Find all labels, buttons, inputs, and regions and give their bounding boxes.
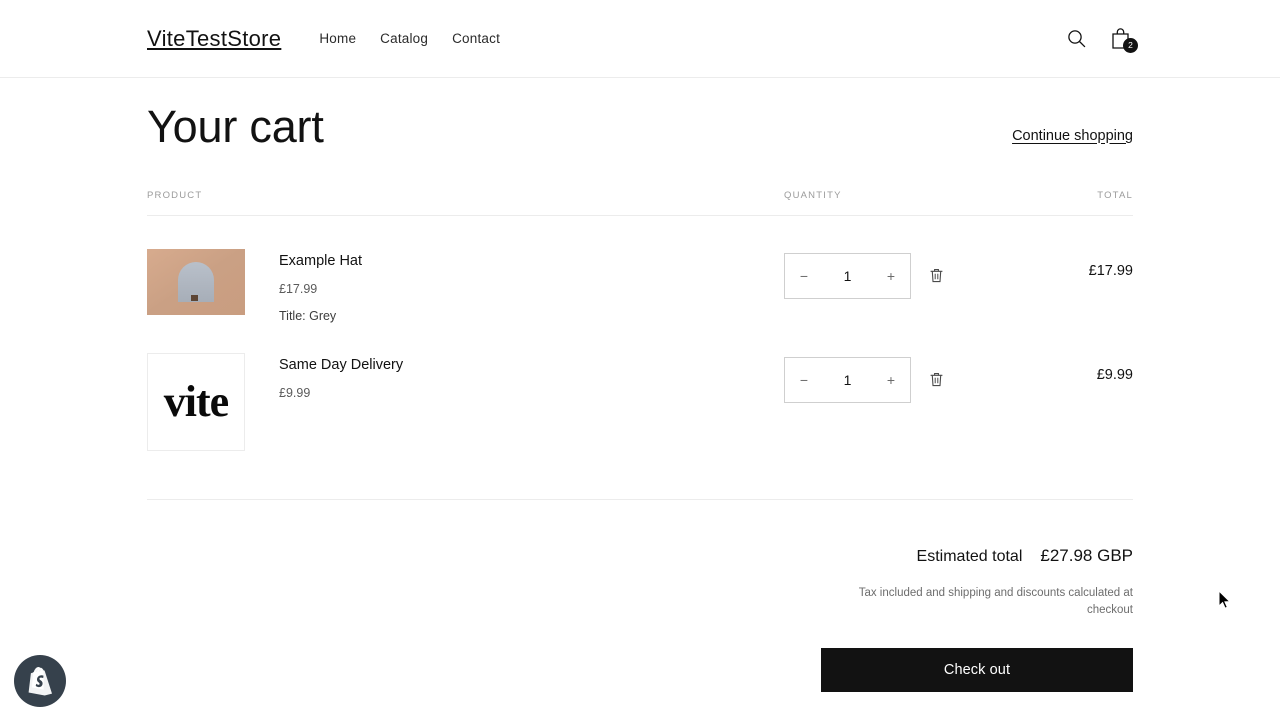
nav-item-catalog[interactable]: Catalog — [380, 31, 428, 46]
cart-table-header: PRODUCT QUANTITY TOTAL — [147, 190, 1133, 216]
quantity-increase-button[interactable]: + — [872, 254, 910, 298]
column-header-total: TOTAL — [1097, 189, 1133, 201]
main-navigation: Home Catalog Contact — [319, 31, 500, 46]
cart-summary: Estimated total £27.98 GBP Tax included … — [147, 500, 1133, 693]
vite-logo-text: vite — [163, 376, 229, 426]
continue-shopping-link[interactable]: Continue shopping — [1012, 128, 1133, 152]
quantity-input[interactable] — [823, 267, 872, 284]
site-header: ViteTestStore Home Catalog Contact 2 — [0, 0, 1280, 78]
line-item-details: Example Hat £17.99 Title: Grey — [279, 249, 362, 326]
remove-item-button[interactable] — [927, 369, 946, 390]
cart-page: Your cart Continue shopping PRODUCT QUAN… — [0, 78, 1280, 693]
cart-line-item: vite Same Day Delivery £9.99 − + — [147, 328, 1133, 451]
line-item-quantity: − + — [784, 353, 1030, 403]
checkout-button-wrapper: Check out — [147, 648, 1133, 693]
checkout-button[interactable]: Check out — [821, 648, 1133, 693]
line-item-title[interactable]: Same Day Delivery — [279, 355, 403, 377]
nav-item-contact[interactable]: Contact — [452, 31, 500, 46]
estimated-total-value: £27.98 GBP — [1040, 545, 1133, 565]
line-item-price: £17.99 — [279, 282, 318, 297]
quantity-decrease-button[interactable]: − — [785, 254, 823, 298]
product-thumbnail-hat[interactable] — [147, 248, 245, 315]
line-item-title[interactable]: Example Hat — [279, 251, 362, 273]
cart-line-item: Example Hat £17.99 Title: Grey − + — [147, 216, 1133, 328]
line-item-variant: Title: Grey — [279, 309, 337, 323]
estimated-total-row: Estimated total £27.98 GBP — [147, 546, 1133, 566]
cart-table: PRODUCT QUANTITY TOTAL Example Hat £17.9… — [147, 190, 1133, 451]
line-item-price: £9.99 — [279, 386, 311, 401]
line-item-details: Same Day Delivery £9.99 — [279, 353, 403, 412]
quantity-stepper: − + — [784, 356, 911, 403]
quantity-increase-button[interactable]: + — [872, 358, 910, 402]
quantity-decrease-button[interactable]: − — [785, 358, 823, 402]
header-actions: 2 — [1063, 24, 1138, 54]
column-header-quantity: QUANTITY — [784, 189, 842, 201]
nav-item-home[interactable]: Home — [319, 31, 356, 46]
store-logo[interactable]: ViteTestStore — [147, 26, 281, 52]
tax-and-shipping-note: Tax included and shipping and discounts … — [858, 586, 1133, 617]
estimated-total-label: Estimated total — [916, 547, 1023, 565]
hat-photo-icon — [147, 248, 245, 315]
remove-item-button[interactable] — [927, 265, 946, 286]
line-item-product: Example Hat £17.99 Title: Grey — [147, 248, 784, 326]
search-button[interactable] — [1063, 24, 1089, 54]
column-header-product: PRODUCT — [147, 189, 203, 201]
shopify-badge-button[interactable] — [14, 655, 66, 707]
trash-icon — [930, 269, 943, 283]
cart-header: Your cart Continue shopping — [147, 78, 1133, 152]
line-item-quantity: − + — [784, 249, 1030, 299]
line-item-total: £17.99 — [1088, 262, 1133, 279]
product-thumbnail-vite[interactable]: vite — [147, 352, 245, 451]
quantity-input[interactable] — [823, 371, 872, 388]
page-title: Your cart — [147, 101, 324, 152]
shopify-logo-icon — [28, 666, 52, 695]
cart-count-badge: 2 — [1123, 37, 1138, 53]
quantity-stepper: − + — [784, 252, 911, 299]
trash-icon — [930, 373, 943, 387]
line-item-total: £9.99 — [1096, 366, 1133, 383]
cart-button[interactable]: 2 — [1107, 24, 1138, 54]
line-item-product: vite Same Day Delivery £9.99 — [147, 352, 784, 451]
search-icon — [1067, 30, 1085, 48]
